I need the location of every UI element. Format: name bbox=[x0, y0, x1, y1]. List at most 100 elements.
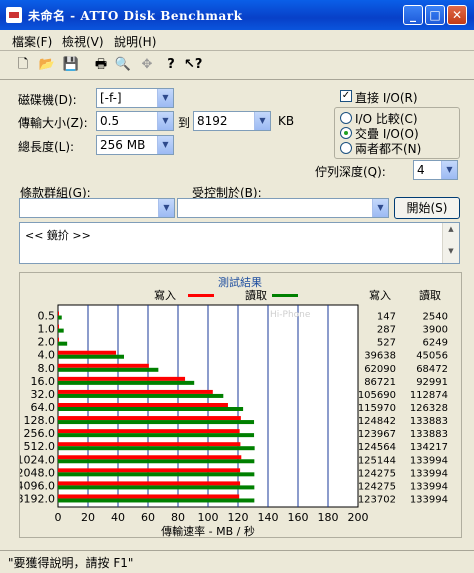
menu-view[interactable]: 檢視(V) bbox=[62, 33, 104, 50]
neither-radio[interactable] bbox=[340, 142, 352, 154]
bar-write bbox=[58, 494, 240, 499]
chevron-down-icon[interactable]: ▼ bbox=[157, 136, 173, 154]
transfer-from-select[interactable]: 0.5 ▼ bbox=[96, 111, 174, 131]
term-group-select[interactable]: ▼ bbox=[19, 198, 175, 218]
queue-depth-select[interactable]: 4 ▼ bbox=[413, 160, 458, 180]
x-tick-label: 180 bbox=[318, 511, 339, 524]
new-icon[interactable]: 🗋 bbox=[14, 56, 32, 74]
bar-write bbox=[58, 324, 59, 329]
write-value: 124275 bbox=[358, 481, 396, 492]
print-preview-icon[interactable]: 🔍 bbox=[114, 56, 132, 74]
x-tick-label: 140 bbox=[258, 511, 279, 524]
status-text: "要獲得說明，請按 F1" bbox=[8, 556, 134, 570]
bar-write bbox=[58, 481, 241, 486]
read-value: 92991 bbox=[416, 377, 448, 388]
maximize-button[interactable]: □ bbox=[425, 5, 445, 25]
read-value: 133883 bbox=[410, 429, 448, 440]
bar-write bbox=[58, 429, 240, 434]
write-value: 124564 bbox=[358, 442, 396, 453]
log-textarea[interactable]: << 鏡扴 >> ▲ ▼ bbox=[19, 222, 460, 264]
chevron-down-icon[interactable]: ▼ bbox=[157, 89, 173, 107]
category-label: 8.0 bbox=[38, 362, 56, 375]
bar-write bbox=[58, 455, 242, 460]
direct-io-checkbox[interactable]: ✓ bbox=[340, 90, 352, 102]
results-chart-panel: 測試結果 寫入 讀取 0 20 40 60 80 100 120 140 160 180 200 Hi-Ph… bbox=[17, 272, 462, 538]
bar-write bbox=[58, 363, 149, 368]
bar-read bbox=[58, 420, 255, 425]
close-button[interactable]: ✕ bbox=[447, 5, 467, 25]
chevron-down-icon[interactable]: ▼ bbox=[254, 112, 270, 130]
drive-label: 磁碟機(D): bbox=[18, 93, 77, 107]
chevron-down-icon[interactable]: ▼ bbox=[158, 199, 174, 217]
watermark-text: Hi-Phone bbox=[270, 310, 311, 320]
menu-file[interactable]: 檔案(F) bbox=[12, 33, 52, 50]
category-label: 256.0 bbox=[24, 427, 56, 440]
start-button[interactable]: 開始(S) bbox=[394, 197, 460, 219]
print-icon[interactable]: 🖶 bbox=[92, 56, 110, 74]
read-value: 134217 bbox=[410, 442, 448, 453]
category-label: 512.0 bbox=[24, 440, 56, 453]
bar-write bbox=[58, 376, 186, 381]
toolbar: 🗋 📂 💾 🖶 🔍 ✥ ? ↖? bbox=[0, 51, 474, 80]
x-tick-label: 0 bbox=[55, 511, 62, 524]
log-text: << 鏡扴 >> bbox=[25, 229, 91, 242]
legend-swatch-write bbox=[188, 294, 214, 297]
bar-write bbox=[58, 468, 241, 473]
main-panel: 磁碟機(D): [-f-] ▼ 傳輸大小(Z): 0.5 ▼ 到 8192 ▼ … bbox=[0, 80, 474, 550]
read-column-header: 讀取 bbox=[419, 288, 441, 302]
read-value: 112874 bbox=[410, 390, 448, 401]
x-tick-label: 120 bbox=[228, 511, 249, 524]
bar-write bbox=[58, 403, 228, 407]
bar-read bbox=[58, 367, 159, 372]
write-value: 115970 bbox=[358, 403, 396, 414]
chevron-down-icon[interactable]: ▼ bbox=[157, 112, 173, 130]
write-column-header: 寫入 bbox=[369, 288, 391, 302]
chevron-down-icon[interactable]: ▼ bbox=[441, 161, 457, 179]
read-value: 133994 bbox=[410, 455, 448, 466]
bar-read bbox=[58, 354, 124, 359]
transfer-from-value: 0.5 bbox=[100, 114, 120, 128]
to-label: 到 bbox=[178, 116, 191, 130]
overlap-io-radio[interactable] bbox=[340, 127, 352, 139]
bar-read bbox=[58, 315, 62, 320]
drive-select[interactable]: [-f-] ▼ bbox=[96, 88, 174, 108]
category-label: 128.0 bbox=[24, 414, 56, 427]
controlled-by-select[interactable]: ▼ bbox=[177, 198, 389, 218]
drive-value: [-f-] bbox=[100, 91, 122, 105]
read-value: 6249 bbox=[423, 338, 448, 349]
open-icon[interactable]: 📂 bbox=[38, 56, 56, 74]
write-value: 86721 bbox=[364, 377, 396, 388]
x-tick-label: 100 bbox=[198, 511, 219, 524]
length-select[interactable]: 256 MB ▼ bbox=[96, 135, 174, 155]
bar-read bbox=[58, 446, 255, 451]
title-bar[interactable]: 未命名 - ATTO Disk Benchmark _ □ ✕ bbox=[0, 0, 474, 30]
write-value: 39638 bbox=[364, 351, 396, 362]
category-label: 8192.0 bbox=[20, 492, 55, 505]
read-value: 68472 bbox=[416, 364, 448, 375]
category-label: 2048.0 bbox=[20, 466, 55, 479]
bar-read bbox=[58, 380, 195, 385]
write-value: 62090 bbox=[364, 364, 396, 375]
direct-io-label: 直接 I/O(R) bbox=[355, 91, 418, 105]
chart-title: 測試結果 bbox=[218, 275, 262, 289]
context-help-icon[interactable]: ↖? bbox=[184, 56, 202, 74]
x-axis-label: 傳輸速率 - MB / 秒 bbox=[161, 524, 255, 537]
log-scrollbar[interactable]: ▲ ▼ bbox=[442, 223, 459, 263]
bar-read bbox=[58, 459, 255, 464]
menu-help[interactable]: 說明(H) bbox=[114, 33, 156, 50]
length-label: 總長度(L): bbox=[18, 140, 75, 154]
legend-label-write: 寫入 bbox=[154, 288, 176, 302]
save-icon[interactable]: 💾 bbox=[62, 56, 80, 74]
minimize-button[interactable]: _ bbox=[403, 5, 423, 25]
chevron-down-icon[interactable]: ▼ bbox=[372, 199, 388, 217]
category-label: 64.0 bbox=[31, 401, 56, 414]
move-icon[interactable]: ✥ bbox=[138, 56, 156, 74]
help-icon[interactable]: ? bbox=[162, 56, 180, 74]
bar-read bbox=[58, 472, 255, 477]
write-value: 527 bbox=[377, 338, 396, 349]
x-tick-label: 40 bbox=[111, 511, 125, 524]
io-compare-radio[interactable] bbox=[340, 112, 352, 124]
legend-label-read: 讀取 bbox=[245, 288, 267, 302]
transfer-to-select[interactable]: 8192 ▼ bbox=[193, 111, 271, 131]
transfer-size-label: 傳輸大小(Z): bbox=[18, 116, 88, 130]
